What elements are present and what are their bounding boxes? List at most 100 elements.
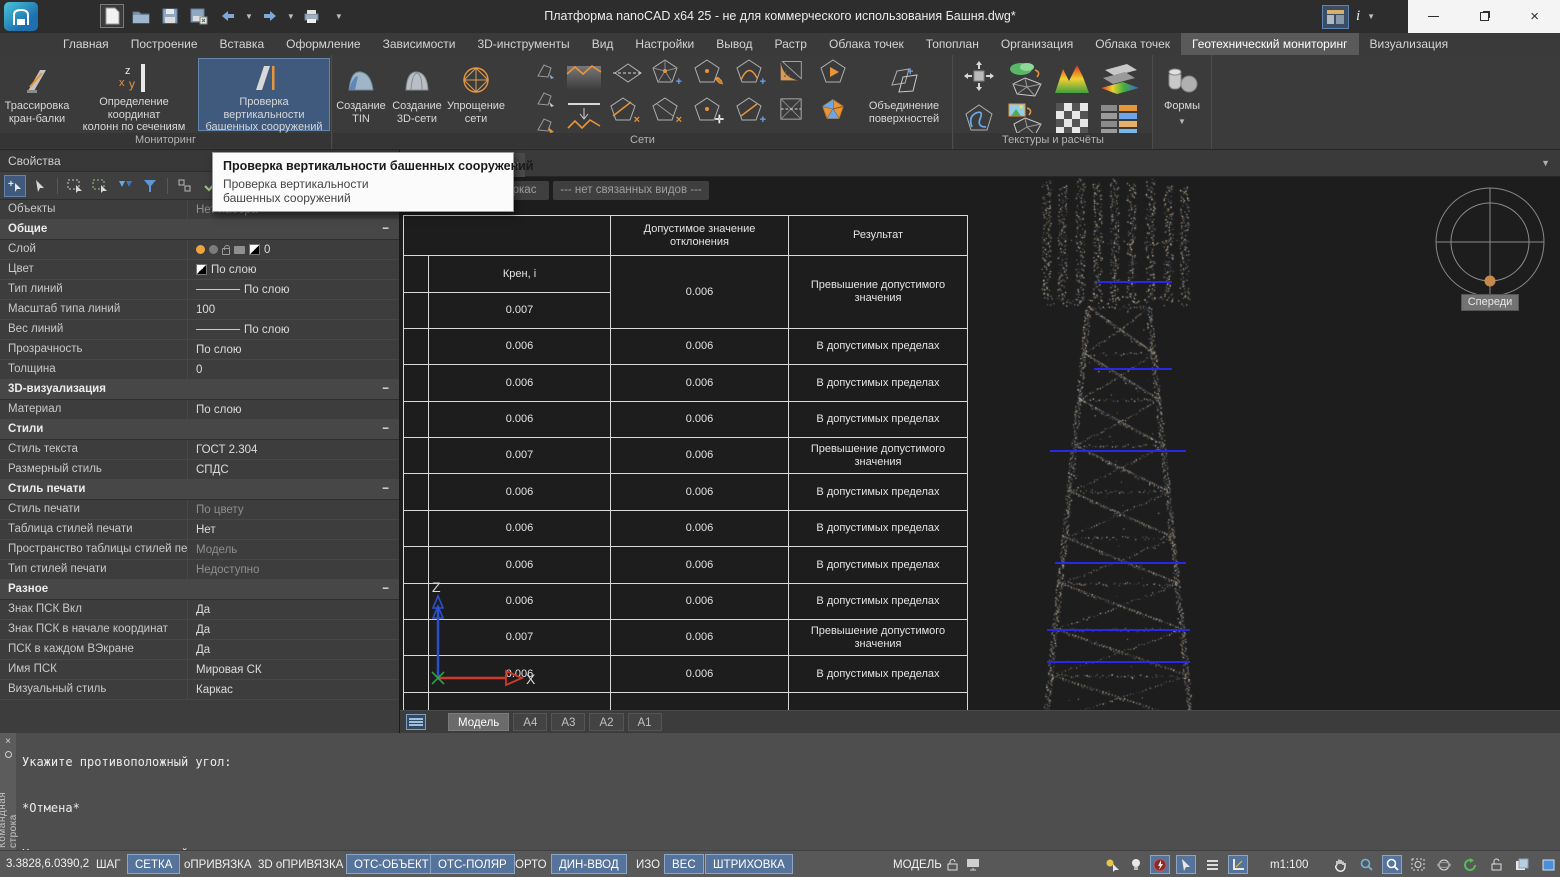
monitor-icon[interactable]: [963, 855, 983, 874]
prop-row[interactable]: Стиль текстаГОСТ 2.304: [0, 440, 399, 460]
menu-tab-geotech-monitoring[interactable]: Геотехнический мониторинг: [1181, 33, 1358, 55]
orbit-icon[interactable]: [1434, 855, 1454, 874]
prop-row-lineweight[interactable]: Вес линийПо слою: [0, 320, 399, 340]
light-cursor-icon[interactable]: [1102, 855, 1122, 874]
layout-list-icon[interactable]: [406, 714, 426, 730]
prop-row[interactable]: МатериалПо слою: [0, 400, 399, 420]
prop-row[interactable]: Знак ПСК в начале координатДа: [0, 620, 399, 640]
elevation-map-icon[interactable]: [1052, 61, 1092, 97]
menu-tab[interactable]: Вставка: [209, 33, 276, 55]
simplify-mesh-button[interactable]: Упрощение сети: [447, 58, 505, 131]
minimize-button[interactable]: [1408, 0, 1459, 33]
viewport-lock-icon[interactable]: [942, 855, 962, 874]
layer-color-swatch[interactable]: [249, 244, 260, 255]
calc-table-icon[interactable]: [1096, 101, 1142, 137]
layout-tab-a4[interactable]: A4: [513, 713, 547, 731]
prop-row[interactable]: Тип стилей печатиНедоступно: [0, 560, 399, 580]
add-to-selection-icon[interactable]: +: [4, 175, 26, 197]
prop-row-layer[interactable]: Слой0: [0, 240, 399, 260]
menu-tab[interactable]: Вывод: [705, 33, 763, 55]
prop-row[interactable]: Толщина0: [0, 360, 399, 380]
prop-row[interactable]: Пространство таблицы стилей печ...Модель: [0, 540, 399, 560]
close-icon[interactable]: ×: [5, 736, 11, 747]
menu-tab[interactable]: 3D-инструменты: [466, 33, 580, 55]
menu-tab[interactable]: Зависимости: [372, 33, 467, 55]
ribbon-group-label[interactable]: Текстуры и расчёты: [954, 133, 1152, 148]
space-indicator[interactable]: МОДЕЛЬ: [885, 854, 950, 874]
new-document-icon[interactable]: [100, 4, 124, 28]
image-to-mesh-icon[interactable]: [1006, 101, 1046, 137]
layout-tab-a2[interactable]: A2: [589, 713, 623, 731]
trace-crane-beam-button[interactable]: Трассировка кран-балки: [4, 58, 70, 131]
redo-dropdown-icon[interactable]: ▼: [287, 12, 295, 21]
toggle-snap[interactable]: ШАГ: [88, 854, 128, 874]
command-history[interactable]: Укажите противоположный угол: *Отмена* У…: [22, 733, 463, 850]
screen-area-icon[interactable]: [1538, 855, 1558, 874]
layer-on-icon[interactable]: [196, 245, 205, 254]
mesh-add-icon[interactable]: +: [653, 59, 677, 83]
collapse-icon[interactable]: −: [382, 583, 389, 599]
menu-tab[interactable]: Организация: [990, 33, 1084, 55]
menu-tab[interactable]: Растр: [764, 33, 818, 55]
regen-icon[interactable]: [1460, 855, 1480, 874]
mesh-play-icon[interactable]: [821, 59, 845, 83]
selection-cursor-icon[interactable]: [1176, 855, 1196, 874]
mesh-insert-icon[interactable]: +: [737, 97, 761, 121]
ribbon-toggle-icon[interactable]: [1322, 5, 1349, 29]
layer-freeze-icon[interactable]: [209, 245, 218, 254]
prop-row[interactable]: ПСК в каждом ВЭкранеДа: [0, 640, 399, 660]
linked-views-button[interactable]: --- нет связанных видов ---: [553, 181, 709, 200]
collapse-icon[interactable]: −: [382, 483, 389, 499]
checkerboard-texture-icon[interactable]: [1052, 101, 1092, 137]
info-dropdown-icon[interactable]: ▼: [1367, 12, 1375, 21]
close-button[interactable]: ×: [1509, 0, 1560, 33]
cloud-to-mesh-icon[interactable]: [1006, 59, 1046, 99]
tab-overflow-icon[interactable]: ▼: [1541, 158, 1550, 168]
mesh-edit-icon[interactable]: ✎: [695, 59, 719, 83]
column-coords-button[interactable]: zxy Определение координат колонн по сече…: [72, 58, 196, 131]
no-power-icon[interactable]: [1150, 855, 1170, 874]
layer-lock-icon[interactable]: [222, 248, 230, 255]
toggle-3d-osnap[interactable]: 3D оПРИВЯЗКА: [250, 854, 351, 874]
save-all-icon[interactable]: [187, 4, 211, 28]
mesh-move-icon[interactable]: ✛: [695, 97, 719, 121]
toggle-lineweight[interactable]: ВЕС: [664, 854, 704, 874]
toggle-grid[interactable]: СЕТКА: [127, 854, 180, 874]
menu-tab[interactable]: Оформление: [275, 33, 371, 55]
menu-tab[interactable]: Топоплан: [915, 33, 990, 55]
prop-group-styles[interactable]: Стили−: [0, 420, 399, 440]
prop-row[interactable]: Размерный стильСПДС: [0, 460, 399, 480]
wheel-handle[interactable]: [1485, 276, 1496, 287]
move-3d-icon[interactable]: [962, 59, 996, 93]
layout-tab-a3[interactable]: A3: [551, 713, 585, 731]
app-logo-icon[interactable]: [4, 2, 38, 31]
toggle-hatch[interactable]: ШТРИХОВКА: [705, 854, 793, 874]
select-cursor-icon[interactable]: [29, 175, 51, 197]
toggle-otrack-object[interactable]: ОТС-ОБЪЕКТ: [346, 854, 437, 874]
mesh-tool-small-icon[interactable]: [533, 59, 557, 83]
toggle-dyn-input[interactable]: ДИН-ВВОД: [551, 854, 627, 874]
mesh-axis-icon[interactable]: [611, 61, 645, 85]
create-tin-button[interactable]: Создание TIN: [335, 58, 387, 131]
save-icon[interactable]: [158, 4, 182, 28]
open-folder-icon[interactable]: [129, 4, 153, 28]
prop-row[interactable]: Знак ПСК ВклДа: [0, 600, 399, 620]
info-icon[interactable]: i: [1356, 8, 1360, 25]
quick-select-icon[interactable]: [114, 175, 136, 197]
filter-icon[interactable]: [139, 175, 161, 197]
pan-hand-icon[interactable]: [1330, 855, 1350, 874]
restore-button[interactable]: [1459, 0, 1510, 33]
mesh-tool-small-icon[interactable]: [533, 87, 557, 111]
prop-row-color[interactable]: ЦветПо слою: [0, 260, 399, 280]
ribbon-group-label[interactable]: Мониторинг: [0, 133, 331, 148]
layout-tab-model[interactable]: Модель: [448, 713, 509, 731]
menu-tab[interactable]: Визуализация: [1359, 33, 1460, 55]
create-3d-mesh-button[interactable]: Создание 3D-сети: [389, 58, 445, 131]
menu-tab[interactable]: Вид: [581, 33, 625, 55]
mesh-erase-icon[interactable]: ×: [653, 97, 677, 121]
ribbon-group-label[interactable]: Сети: [333, 133, 952, 148]
zoom-window-icon[interactable]: [1382, 855, 1402, 874]
annotation-scale[interactable]: m1:100: [1262, 854, 1316, 874]
select-window-icon[interactable]: [64, 175, 86, 197]
view-navigation-wheel[interactable]: [1433, 185, 1547, 299]
